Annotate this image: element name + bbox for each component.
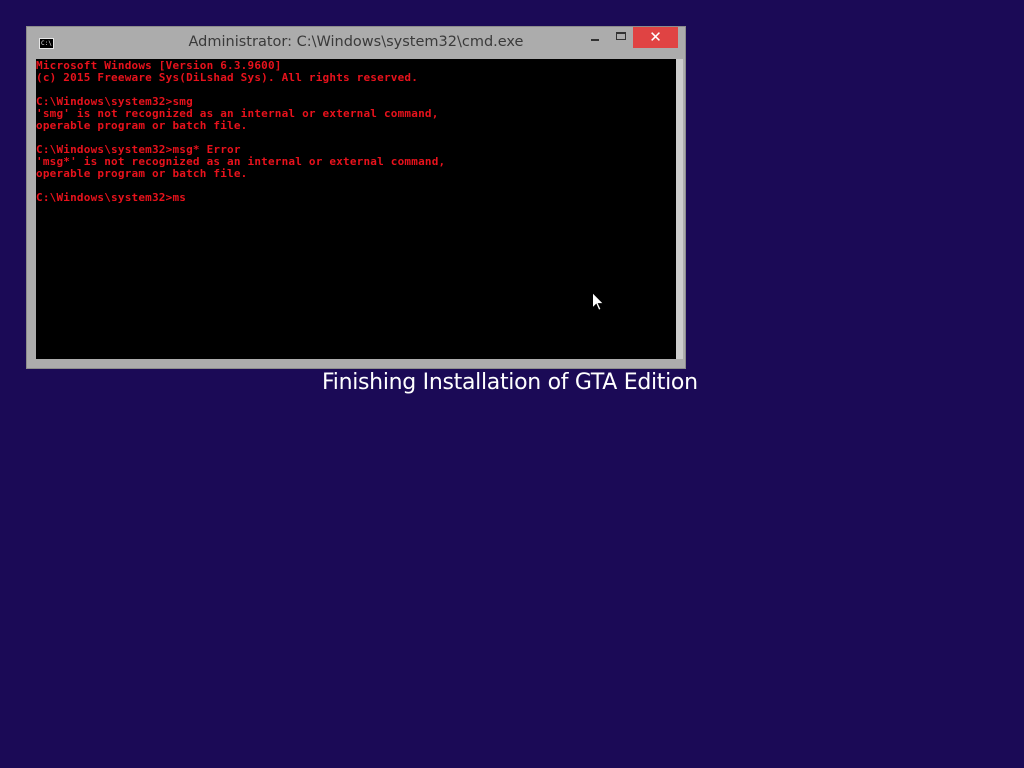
console-scrollbar[interactable] [676,59,683,359]
minimize-button[interactable] [582,27,608,48]
mouse-pointer-icon [592,292,604,311]
console-line: (c) 2015 Freeware Sys(DiLshad Sys). All … [36,71,419,84]
console-output[interactable]: Microsoft Windows [Version 6.3.9600] (c)… [36,59,676,359]
minimize-icon [591,39,599,41]
maximize-icon [616,32,626,40]
installation-status-caption: Finishing Installation of GTA Edition [322,370,698,395]
close-icon: ✕ [649,28,662,46]
console-line: operable program or batch file. [36,167,248,180]
title-bar[interactable]: C:\ Administrator: C:\Windows\system32\c… [27,27,685,58]
console-line: operable program or batch file. [36,119,248,132]
console-lines: Microsoft Windows [Version 6.3.9600] (c)… [36,60,445,204]
close-button[interactable]: ✕ [633,27,678,48]
cmd-window[interactable]: C:\ Administrator: C:\Windows\system32\c… [26,26,686,369]
maximize-button[interactable] [608,27,634,48]
console-prompt-line[interactable]: C:\Windows\system32>ms [36,192,445,204]
